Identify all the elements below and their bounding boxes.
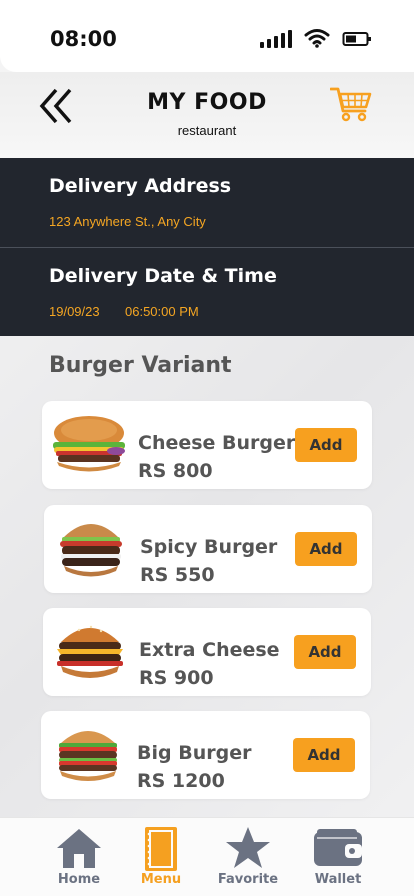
add-button[interactable]: Add <box>295 428 357 462</box>
item-name: Spicy Burger <box>140 536 278 558</box>
status-icons <box>260 28 372 48</box>
item-name: Big Burger <box>137 742 252 764</box>
status-time: 08:00 <box>50 27 117 51</box>
star-icon <box>226 827 270 868</box>
item-name: Cheese Burger <box>138 432 296 454</box>
burger-image <box>57 625 123 678</box>
item-price: RS 550 <box>140 564 215 586</box>
delivery-date-value: 19/09/23 <box>49 304 100 319</box>
add-button[interactable]: Add <box>294 635 356 669</box>
bottom-nav: Home Menu Favorite Wallet <box>0 817 414 896</box>
nav-item-wallet[interactable]: Wallet <box>298 818 378 896</box>
item-name: Extra Cheese <box>139 639 280 661</box>
nav-item-menu[interactable]: Menu <box>121 818 201 896</box>
delivery-datetime-panel[interactable]: Delivery Date & Time 19/09/23 06:50:00 P… <box>0 247 414 336</box>
burger-image <box>53 416 125 472</box>
delivery-time-value: 06:50:00 PM <box>125 304 199 319</box>
delivery-address-value: 123 Anywhere St., Any City <box>49 214 206 229</box>
section-title: Burger Variant <box>49 353 232 378</box>
wifi-icon <box>304 29 330 48</box>
home-icon <box>57 829 101 868</box>
nav-item-home[interactable]: Home <box>39 818 119 896</box>
add-button[interactable]: Add <box>293 738 355 772</box>
delivery-datetime-label: Delivery Date & Time <box>49 265 277 287</box>
nav-label-favorite: Favorite <box>217 872 279 887</box>
nav-label-wallet: Wallet <box>314 872 362 887</box>
burger-image <box>59 731 117 781</box>
delivery-address-panel[interactable]: Delivery Address 123 Anywhere St., Any C… <box>0 158 414 247</box>
menu-icon <box>145 827 177 871</box>
item-price: RS 800 <box>138 460 213 482</box>
wallet-icon <box>314 829 362 866</box>
nav-label-menu: Menu <box>140 872 182 887</box>
menu-item-card: Big Burger RS 1200 Add <box>41 711 370 799</box>
nav-item-favorite[interactable]: Favorite <box>208 818 288 896</box>
delivery-address-label: Delivery Address <box>49 175 232 197</box>
page-subtitle: restaurant <box>177 123 237 138</box>
nav-label-home: Home <box>57 872 101 887</box>
battery-icon <box>342 32 371 46</box>
burger-image <box>60 524 122 577</box>
menu-item-card: Cheese Burger RS 800 Add <box>42 401 372 489</box>
cart-icon[interactable] <box>330 84 372 124</box>
menu-item-card: Extra Cheese RS 900 Add <box>43 608 371 696</box>
status-bar: 08:00 <box>0 0 414 72</box>
menu-item-card: Spicy Burger RS 550 Add <box>44 505 372 593</box>
item-price: RS 900 <box>139 667 214 689</box>
item-price: RS 1200 <box>137 770 225 792</box>
app-header: MY FOOD restaurant <box>0 72 414 158</box>
add-button[interactable]: Add <box>295 532 357 566</box>
cellular-signal-icon <box>260 28 292 48</box>
